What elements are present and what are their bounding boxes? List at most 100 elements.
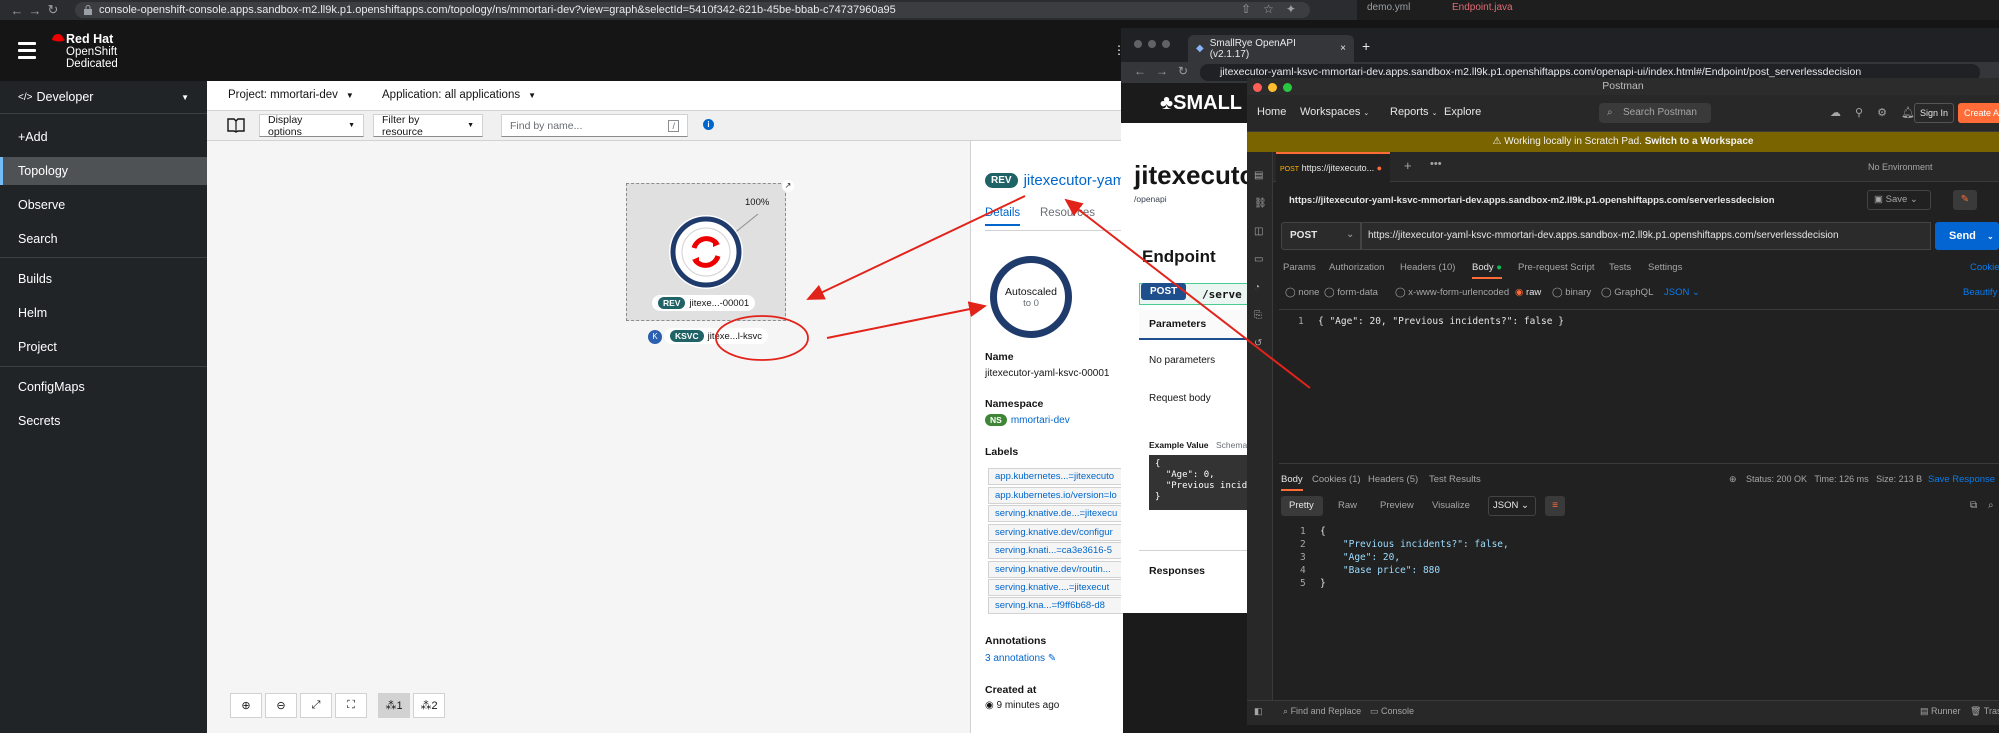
revision-label[interactable]: REV jitexe...-00001 xyxy=(652,295,756,311)
fit-to-screen-icon[interactable]: ⤢ xyxy=(300,693,332,718)
filter-resource-dropdown[interactable]: Filter by resource ▼ xyxy=(373,114,483,138)
maximize-dot[interactable] xyxy=(1283,83,1292,92)
mock-icon[interactable]: ▭ xyxy=(1254,246,1267,274)
sidebar-toggle-icon[interactable]: ◧ xyxy=(1254,706,1263,717)
save-button[interactable]: ▣ Save ⌄ xyxy=(1867,190,1931,210)
search-icon[interactable]: ⌕ xyxy=(1988,500,1994,511)
close-dot[interactable] xyxy=(1134,40,1142,48)
json-select[interactable]: JSON ⌄ xyxy=(1664,287,1700,298)
radio-urlencoded[interactable]: ◯ x-www-form-urlencoded xyxy=(1395,287,1509,298)
zoom-out-icon[interactable]: ⊖ xyxy=(265,693,297,718)
more-tabs-icon[interactable]: ••• xyxy=(1430,158,1442,170)
find-by-name-input[interactable]: Find by name... / xyxy=(501,114,688,137)
tab-params[interactable]: Params xyxy=(1283,262,1316,273)
tab-details[interactable]: Details xyxy=(985,207,1021,226)
tab-body[interactable]: Body ● xyxy=(1472,262,1503,279)
forward-icon[interactable]: → xyxy=(1156,64,1168,78)
nav-reports[interactable]: Reports ⌄ xyxy=(1390,106,1437,118)
bell-icon[interactable]: 🔔︎ xyxy=(1901,106,1915,119)
schema-tab[interactable]: Schema xyxy=(1216,440,1247,450)
radio-form-data[interactable]: ◯ form-data xyxy=(1324,287,1378,298)
sidebar-item-configmaps[interactable]: ConfigMaps xyxy=(0,373,207,401)
panel-title[interactable]: jitexecutor-yaml xyxy=(1024,172,1129,189)
perspective-switcher[interactable]: </> Developer ▼ xyxy=(0,81,207,114)
add-tab-icon[interactable]: + xyxy=(1404,158,1412,173)
nav-explore[interactable]: Explore xyxy=(1444,106,1481,118)
radio-graphql[interactable]: ◯ GraphQL xyxy=(1601,287,1653,298)
request-url-input[interactable]: https://jitexecutor-yaml-ksvc-mmortari-d… xyxy=(1361,222,1931,250)
tab-prerequest[interactable]: Pre-request Script xyxy=(1518,262,1595,273)
edit-icon[interactable]: ✎ xyxy=(1953,190,1977,210)
resp-tab-cookies[interactable]: Cookies (1) xyxy=(1312,474,1361,485)
label-chip[interactable]: serving.knative.de...=jitexecu xyxy=(988,505,1123,522)
tab-authorization[interactable]: Authorization xyxy=(1329,262,1384,273)
display-options-dropdown[interactable]: Display options ▼ xyxy=(259,114,364,138)
close-icon[interactable]: × xyxy=(1340,43,1346,54)
minimize-dot[interactable] xyxy=(1268,83,1277,92)
topology-canvas[interactable] xyxy=(207,141,970,733)
trash-button[interactable]: 🗑︎ Trash xyxy=(1970,706,1999,717)
sidebar-item-search[interactable]: Search xyxy=(0,225,207,253)
editor-tab[interactable]: demo.yml xyxy=(1367,2,1410,13)
gear-icon[interactable]: ⚙ xyxy=(1877,106,1887,119)
radio-none[interactable]: ◯ none xyxy=(1285,287,1319,298)
reload-icon[interactable]: ↻ xyxy=(1178,64,1188,78)
info-icon[interactable]: i xyxy=(703,119,714,130)
find-replace-button[interactable]: ⌕ Find and Replace xyxy=(1283,706,1361,717)
environments-icon[interactable]: ◫ xyxy=(1254,218,1267,246)
cookies-link[interactable]: Cookie xyxy=(1970,262,1999,273)
view-preview[interactable]: Preview xyxy=(1380,500,1414,511)
sidebar-item-project[interactable]: Project xyxy=(0,333,207,361)
hamburger-menu-icon[interactable] xyxy=(18,42,36,59)
view-raw[interactable]: Raw xyxy=(1338,500,1357,511)
share-icon[interactable]: ⇧ xyxy=(1241,2,1251,16)
label-chip[interactable]: serving.knative.dev/configur xyxy=(988,524,1123,541)
sidebar-item-add[interactable]: +Add xyxy=(0,123,207,151)
forward-icon[interactable]: → xyxy=(26,1,44,19)
example-value-tab[interactable]: Example Value xyxy=(1149,440,1209,450)
minimize-dot[interactable] xyxy=(1148,40,1156,48)
book-icon[interactable] xyxy=(227,117,245,133)
radio-raw[interactable]: ◉ raw xyxy=(1515,287,1541,298)
radio-binary[interactable]: ◯ binary xyxy=(1552,287,1591,298)
beautify-link[interactable]: Beautify xyxy=(1963,287,1997,298)
sidebar-item-secrets[interactable]: Secrets xyxy=(0,407,207,435)
star-icon[interactable]: ☆ xyxy=(1263,2,1274,16)
layout-1-button[interactable]: ⁂ 1 xyxy=(378,693,410,718)
label-chip[interactable]: serving.knative.dev/routin... xyxy=(988,561,1123,578)
editor-tab[interactable]: Endpoint.java xyxy=(1452,2,1513,13)
label-chip[interactable]: serving.knative....=jitexecut xyxy=(988,579,1123,596)
monitor-icon[interactable]: ◔ xyxy=(1254,274,1267,302)
environment-selector[interactable]: No Environment xyxy=(1868,162,1933,172)
send-button[interactable]: Send ⌄ xyxy=(1935,222,1999,250)
layout-2-button[interactable]: ⁂ 2 xyxy=(413,693,445,718)
flows-icon[interactable]: ⎘ xyxy=(1254,302,1267,330)
resp-tab-body[interactable]: Body xyxy=(1281,474,1303,491)
collections-icon[interactable]: ▤ xyxy=(1254,162,1267,190)
revision-node-icon[interactable] xyxy=(667,213,745,291)
new-tab-icon[interactable]: + xyxy=(1362,38,1370,54)
product-logo[interactable]: Red Hat OpenShift Dedicated xyxy=(66,33,118,70)
nav-home[interactable]: Home xyxy=(1257,106,1286,118)
external-link-icon[interactable]: ↗ xyxy=(782,180,794,192)
back-icon[interactable]: ← xyxy=(1134,64,1146,78)
save-response-button[interactable]: Save Response ⌄ xyxy=(1928,474,1999,485)
view-visualize[interactable]: Visualize xyxy=(1432,500,1470,511)
url-field[interactable]: console-openshift-console.apps.sandbox-m… xyxy=(75,2,1310,18)
browser-tab[interactable]: ◆ SmallRye OpenAPI (v2.1.17) × xyxy=(1188,35,1354,62)
project-dropdown[interactable]: Project: mmortari-dev ▼ xyxy=(228,89,354,101)
console-button[interactable]: ▭ Console xyxy=(1370,706,1414,717)
grid-apps-icon[interactable]: ⋮⋮ xyxy=(1113,43,1137,57)
namespace-link[interactable]: NS mmortari-dev xyxy=(985,414,1070,426)
label-chip[interactable]: serving.kna...=f9ff6b68-d8 xyxy=(988,597,1123,614)
annotations-link[interactable]: 3 annotations ✎ xyxy=(985,653,1056,664)
back-icon[interactable]: ← xyxy=(8,1,26,19)
tab-resources[interactable]: Resources xyxy=(1040,207,1095,219)
sidebar-item-topology[interactable]: Topology xyxy=(0,157,207,185)
copy-icon[interactable]: ⧉ xyxy=(1970,500,1977,511)
reload-icon[interactable]: ↻ xyxy=(44,1,62,19)
zoom-in-icon[interactable]: ⊕ xyxy=(230,693,262,718)
satellite-icon[interactable]: ⚲ xyxy=(1855,106,1863,119)
close-dot[interactable] xyxy=(1253,83,1262,92)
request-body-editor[interactable] xyxy=(1279,309,1999,464)
